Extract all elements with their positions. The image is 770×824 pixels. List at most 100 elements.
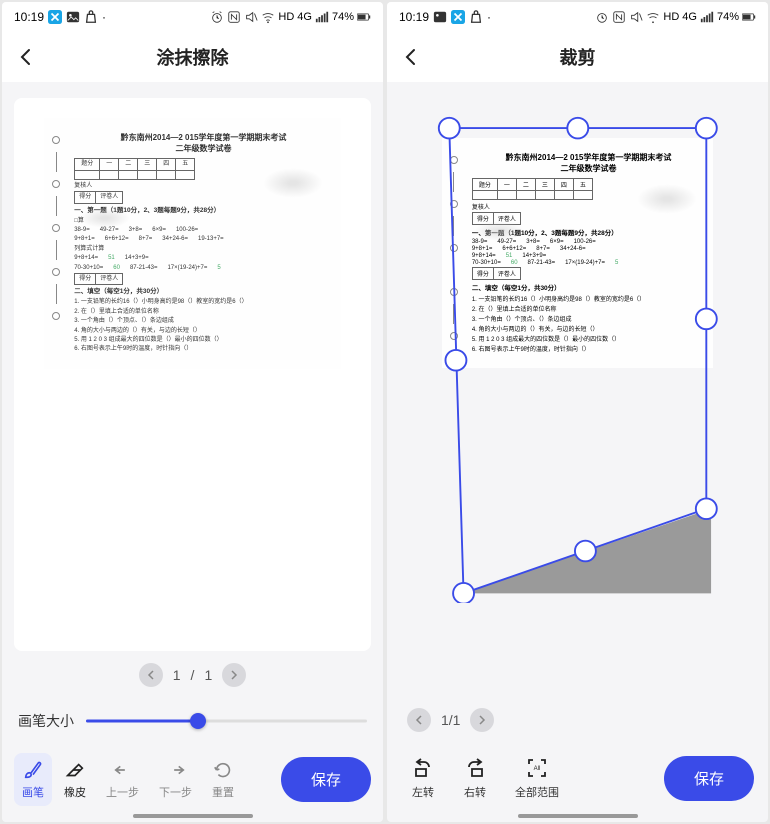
doc-subtitle: 二年级数学试卷 [74,143,333,154]
pager-total: 1 [204,667,212,683]
crop-handle-tl[interactable] [438,118,459,139]
app-icon-1 [48,10,62,24]
pager-next[interactable] [470,708,494,732]
eraser-icon [64,759,86,781]
tool-redo-label: 下一步 [159,784,192,800]
tool-rotate-right[interactable]: 右转 [453,752,497,804]
rotate-left-icon [411,756,435,780]
status-batt: 74% [332,11,354,23]
toolbar: 画笔 橡皮 上一步 下一步 重置 保存 [2,743,383,822]
dot-icon: · [102,10,106,24]
gallery-icon [433,10,447,24]
tool-rotate-right-label: 右转 [464,784,486,800]
pager: 1/1 [399,698,756,742]
page-title: 裁剪 [560,44,596,70]
tool-rotate-left-label: 左转 [412,784,434,800]
bag-icon [84,10,98,24]
tool-full-range-label: 全部范围 [515,784,559,800]
tool-undo[interactable]: 上一步 [98,753,147,806]
crop-handle-tm[interactable] [567,118,588,139]
tool-reset-label: 重置 [212,784,234,800]
chevron-left-icon [17,48,35,66]
status-time: 10:19 [399,10,429,24]
bag-icon [469,10,483,24]
pager-text: 1/1 [441,712,460,728]
tool-reset[interactable]: 重置 [204,753,242,806]
page-title: 涂抹擦除 [157,44,229,70]
crop-canvas[interactable]: 黔东南州2014—2 015学年度第一学期期末考试 二年级数学试卷 题分一二三四… [399,102,756,698]
home-indicator[interactable] [133,814,253,818]
status-4g: 4G [682,11,697,23]
signal-icon [700,10,714,24]
status-bar: 10:19 · HD 4G 74% [2,2,383,32]
chevron-left-icon [414,715,424,725]
pager-current: 1 [173,667,181,683]
back-button[interactable] [14,45,38,69]
brush-icon [22,759,44,781]
crop-handle-bm[interactable] [575,541,596,562]
home-indicator[interactable] [518,814,638,818]
alarm-icon [595,10,609,24]
status-time: 10:19 [14,10,44,24]
tool-brush[interactable]: 画笔 [14,753,52,806]
full-range-icon: All [525,756,549,780]
tool-eraser[interactable]: 橡皮 [56,753,94,806]
gallery-icon [66,10,80,24]
battery-icon [357,10,371,24]
crop-handle-tr[interactable] [696,118,717,139]
dot-icon: · [487,10,491,24]
header: 裁剪 [387,32,768,82]
brush-size-row: 画笔大小 [2,699,383,743]
tool-eraser-label: 橡皮 [64,784,86,800]
brush-size-label: 画笔大小 [18,711,74,731]
document-page: 黔东南州2014—2 015学年度第一学期期末考试 二年级数学试卷 题分一二三四… [44,118,341,369]
app-icon-1 [451,10,465,24]
signal-icon [315,10,329,24]
status-hd: HD [663,11,679,23]
pager: 1 / 1 [139,651,246,699]
document-canvas[interactable]: 黔东南州2014—2 015学年度第一学期期末考试 二年级数学试卷 题分一二三四… [14,98,371,651]
mute-icon [244,10,258,24]
pager-sep: / [191,667,195,683]
alarm-icon [210,10,224,24]
tool-brush-label: 画笔 [22,784,44,800]
nfc-icon [227,10,241,24]
chevron-left-icon [146,670,156,680]
crop-handle-mr[interactable] [696,308,717,329]
toolbar: 左转 右转 All 全部范围 保存 [387,742,768,822]
status-batt: 74% [717,11,739,23]
chevron-left-icon [402,48,420,66]
nfc-icon [612,10,626,24]
wifi-icon [261,10,275,24]
crop-handle-ml[interactable] [445,350,466,371]
tool-rotate-left[interactable]: 左转 [401,752,445,804]
tool-undo-label: 上一步 [106,784,139,800]
chevron-right-icon [477,715,487,725]
status-hd: HD [278,11,294,23]
pager-next[interactable] [222,663,246,687]
status-bar: 10:19 · HD 4G 74% [387,2,768,32]
save-button[interactable]: 保存 [281,757,371,802]
save-button[interactable]: 保存 [664,756,754,801]
redo-icon [165,759,187,781]
battery-icon [742,10,756,24]
pager-prev[interactable] [407,708,431,732]
svg-text:All: All [534,766,541,772]
rotate-right-icon [463,756,487,780]
header: 涂抹擦除 [2,32,383,82]
crop-handle-bl[interactable] [453,583,474,603]
brush-size-slider[interactable] [86,709,367,733]
status-4g: 4G [297,11,312,23]
back-button[interactable] [399,45,423,69]
chevron-right-icon [229,670,239,680]
pager-prev[interactable] [139,663,163,687]
wifi-icon [646,10,660,24]
mute-icon [629,10,643,24]
doc-title: 黔东南州2014—2 015学年度第一学期期末考试 [74,132,333,143]
tool-redo[interactable]: 下一步 [151,753,200,806]
reset-icon [212,759,234,781]
crop-frame[interactable] [435,114,721,603]
undo-icon [112,759,134,781]
tool-full-range[interactable]: All 全部范围 [505,752,569,804]
crop-handle-br[interactable] [696,498,717,519]
